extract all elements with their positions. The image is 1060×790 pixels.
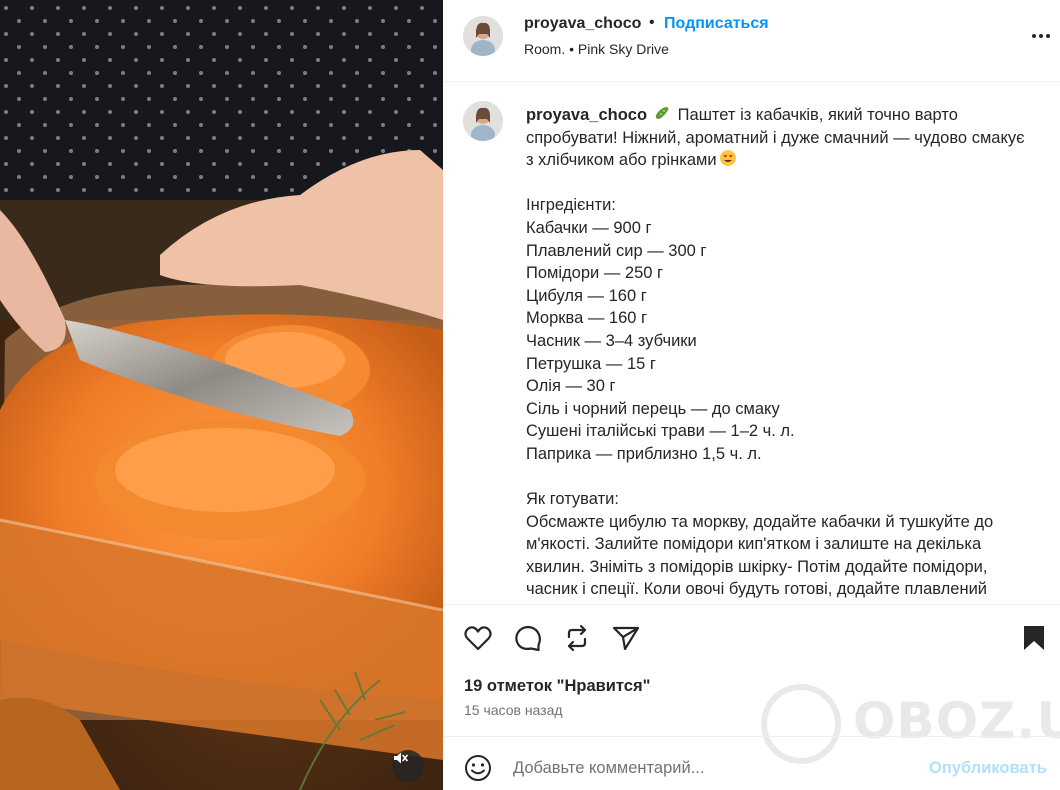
post-header: proyava_choco • Подписаться Room. • Pink… — [443, 0, 1060, 82]
username[interactable]: proyava_choco — [524, 15, 641, 33]
post-panel: proyava_choco • Подписаться Room. • Pink… — [443, 0, 1060, 790]
caption-intro: proyava_choco Паштет із кабачків, який т… — [526, 104, 1036, 172]
mute-button[interactable] — [392, 750, 424, 782]
heart-icon[interactable] — [463, 623, 493, 653]
comment-input[interactable] — [513, 753, 913, 783]
smiling-face-with-heart-eyes-emoji — [719, 150, 736, 167]
ingredient-item: Кабачки — 900 г — [526, 218, 652, 237]
ingredient-item: Паприка — приблизно 1,5 ч. л. — [526, 444, 762, 463]
ingredient-item: Помідори — 250 г — [526, 264, 664, 283]
ingredients-title: Інгредієнти: — [526, 196, 616, 215]
caption-area[interactable]: proyava_choco Паштет із кабачків, який т… — [443, 83, 1060, 603]
more-options-icon[interactable] — [1029, 26, 1053, 46]
ingredient-item: Часник — 3–4 зубчики — [526, 331, 697, 350]
avatar[interactable] — [463, 16, 503, 56]
speaker-muted-icon — [394, 752, 408, 764]
method-title: Як готувати: — [526, 490, 619, 509]
caption-username[interactable]: proyava_choco — [526, 106, 647, 124]
ingredient-item: Цибуля — 160 г — [526, 286, 647, 305]
ingredient-item: Сіль і чорний перець — до смаку — [526, 399, 780, 418]
send-icon[interactable] — [611, 623, 641, 653]
separator-dot: • — [649, 14, 655, 31]
post-timestamp[interactable]: 15 часов назад — [464, 702, 563, 718]
post-comment-button[interactable]: Опубликовать — [929, 759, 1047, 778]
caption-avatar[interactable] — [463, 101, 503, 141]
likes-count[interactable]: 19 отметок "Нравится" — [464, 677, 650, 696]
food-photo — [0, 0, 443, 790]
location-link[interactable]: Room. • Pink Sky Drive — [524, 41, 669, 57]
ingredient-item: Петрушка — 15 г — [526, 354, 656, 373]
emoji-smile-icon[interactable] — [463, 753, 493, 783]
ingredient-item: Морква — 160 г — [526, 309, 648, 328]
bookmark-icon[interactable] — [1019, 623, 1049, 653]
comment-bar: Опубликовать — [443, 736, 1060, 790]
ingredient-item: Плавлений сир — 300 г — [526, 241, 707, 260]
comment-icon[interactable] — [513, 623, 543, 653]
post-media[interactable] — [0, 0, 443, 790]
repost-icon[interactable] — [562, 623, 592, 653]
ingredient-item: Олія — 30 г — [526, 377, 616, 396]
caption-text: proyava_choco Паштет із кабачків, який т… — [526, 104, 1036, 601]
follow-button[interactable]: Подписаться — [664, 15, 769, 33]
method-text: Обсмажте цибулю та моркву, додайте кабач… — [526, 512, 994, 599]
cucumber-emoji — [655, 107, 669, 119]
ingredient-item: Сушені італійські трави — 1–2 ч. л. — [526, 422, 795, 441]
